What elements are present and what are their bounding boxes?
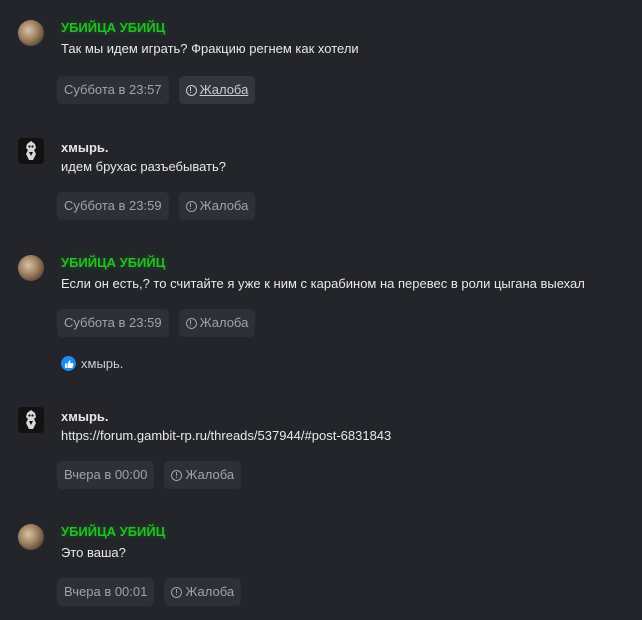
message-actions: Суббота в 23:57 Жалоба bbox=[57, 76, 256, 104]
author-name[interactable]: УБИЙЦА УБИЙЦ bbox=[61, 20, 165, 36]
message-link[interactable]: https://forum.gambit-rp.ru/threads/53794… bbox=[61, 427, 391, 444]
timestamp-button[interactable]: Вчера в 00:00 bbox=[57, 461, 155, 489]
report-button[interactable]: Жалоба bbox=[178, 309, 256, 337]
avatar-image bbox=[18, 407, 44, 433]
exclamation-circle-icon bbox=[185, 200, 197, 212]
report-label: Жалоба bbox=[199, 198, 249, 213]
reaction-bar[interactable]: хмырь. bbox=[61, 356, 123, 371]
timestamp-button[interactable]: Суббота в 23:59 bbox=[57, 309, 169, 337]
message-actions: Вчера в 00:00 Жалоба bbox=[57, 461, 242, 489]
author-name[interactable]: УБИЙЦА УБИЙЦ bbox=[61, 524, 165, 540]
timestamp-button[interactable]: Вчера в 00:01 bbox=[57, 578, 155, 606]
exclamation-circle-icon bbox=[185, 317, 197, 329]
author-name[interactable]: УБИЙЦА УБИЙЦ bbox=[61, 255, 165, 271]
message-text: Так мы идем играть? Фракцию регнем как х… bbox=[61, 41, 359, 56]
exclamation-circle-icon bbox=[185, 84, 197, 96]
report-button[interactable]: Жалоба bbox=[164, 461, 242, 489]
report-button[interactable]: Жалоба bbox=[164, 578, 242, 606]
reaction-user[interactable]: хмырь. bbox=[81, 356, 123, 371]
thumbs-up-icon bbox=[61, 356, 76, 371]
avatar[interactable] bbox=[18, 407, 44, 433]
avatar[interactable] bbox=[18, 138, 44, 164]
author-name[interactable]: хмырь. bbox=[61, 140, 109, 156]
report-button[interactable]: Жалоба bbox=[178, 76, 256, 104]
avatar-image bbox=[18, 138, 44, 164]
report-button[interactable]: Жалоба bbox=[178, 192, 256, 220]
message-actions: Суббота в 23:59 Жалоба bbox=[57, 192, 256, 220]
exclamation-circle-icon bbox=[171, 469, 183, 481]
message-text: Это ваша? bbox=[61, 545, 126, 560]
avatar[interactable] bbox=[18, 524, 44, 550]
timestamp-button[interactable]: Суббота в 23:57 bbox=[57, 76, 169, 104]
message-feed: УБИЙЦА УБИЙЦ Так мы идем играть? Фракцию… bbox=[0, 0, 642, 620]
message-actions: Суббота в 23:59 Жалоба bbox=[57, 309, 256, 337]
report-label: Жалоба bbox=[199, 315, 249, 330]
avatar[interactable] bbox=[18, 255, 44, 281]
avatar[interactable] bbox=[18, 20, 44, 46]
report-label: Жалоба bbox=[199, 82, 249, 97]
message-actions: Вчера в 00:01 Жалоба bbox=[57, 578, 242, 606]
timestamp-button[interactable]: Суббота в 23:59 bbox=[57, 192, 169, 220]
message-text: Если он есть,? то считайте я уже к ним с… bbox=[61, 276, 585, 291]
report-label: Жалоба bbox=[185, 467, 235, 482]
message-text: идем брухас разъебывать? bbox=[61, 159, 227, 174]
exclamation-circle-icon bbox=[171, 586, 183, 598]
report-label: Жалоба bbox=[185, 584, 235, 599]
author-name[interactable]: хмырь. bbox=[61, 409, 109, 425]
